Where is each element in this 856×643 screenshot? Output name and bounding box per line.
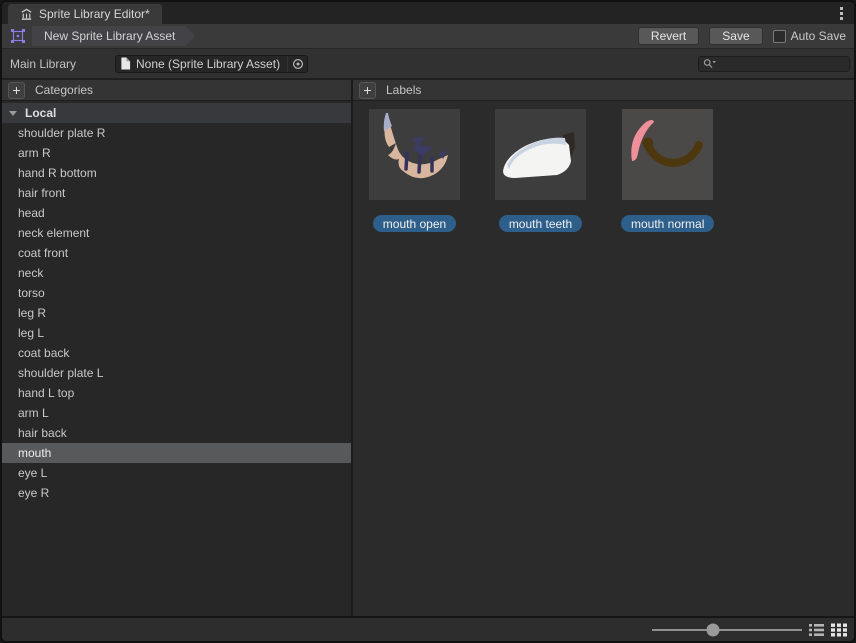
- category-label: leg R: [18, 306, 46, 320]
- save-button[interactable]: Save: [709, 27, 762, 45]
- label-card-mouth-teeth[interactable]: mouth teeth: [495, 109, 586, 232]
- auto-save-checkbox[interactable]: [773, 30, 786, 43]
- category-row[interactable]: arm R: [2, 143, 351, 163]
- label-pill[interactable]: mouth teeth: [499, 215, 582, 232]
- asset-file-icon: [120, 57, 131, 70]
- kebab-menu-icon[interactable]: [838, 5, 845, 22]
- categories-panel: Local shoulder plate R arm R hand R bott…: [2, 101, 353, 616]
- search-field[interactable]: [698, 56, 850, 72]
- object-picker-icon[interactable]: [287, 56, 307, 72]
- category-row[interactable]: leg L: [2, 323, 351, 343]
- breadcrumb-label: New Sprite Library Asset: [44, 29, 175, 43]
- category-row[interactable]: torso: [2, 283, 351, 303]
- category-list: shoulder plate R arm R hand R bottom hai…: [2, 123, 351, 503]
- category-label: shoulder plate R: [18, 126, 105, 140]
- sprite-thumbnail-mouth-teeth[interactable]: [495, 109, 586, 200]
- category-row[interactable]: eye R: [2, 483, 351, 503]
- grid-view-icon[interactable]: [830, 622, 847, 638]
- sprite-library-icon: [20, 8, 33, 21]
- sprite-library-asset-icon: [10, 28, 26, 44]
- category-row[interactable]: shoulder plate R: [2, 123, 351, 143]
- label-pill[interactable]: mouth open: [373, 215, 456, 232]
- bottom-bar: [2, 616, 854, 641]
- category-row[interactable]: neck element: [2, 223, 351, 243]
- category-row[interactable]: hand R bottom: [2, 163, 351, 183]
- labels-panel: mouth open mouth teeth mouth n: [353, 101, 854, 616]
- category-label: leg L: [18, 326, 44, 340]
- category-row[interactable]: head: [2, 203, 351, 223]
- category-label: coat front: [18, 246, 68, 260]
- sprite-thumbnail-mouth-open[interactable]: [369, 109, 460, 200]
- category-label: hand L top: [18, 386, 74, 400]
- list-view-icon[interactable]: [808, 622, 825, 638]
- label-card-mouth-open[interactable]: mouth open: [369, 109, 460, 232]
- sprite-thumbnail-mouth-normal[interactable]: [622, 109, 713, 200]
- search-input[interactable]: [719, 57, 856, 71]
- category-row[interactable]: shoulder plate L: [2, 363, 351, 383]
- zoom-slider-knob[interactable]: [707, 623, 720, 636]
- breadcrumb[interactable]: New Sprite Library Asset: [32, 26, 195, 46]
- category-label: neck element: [18, 226, 89, 240]
- category-row[interactable]: hair back: [2, 423, 351, 443]
- zoom-slider[interactable]: [652, 623, 802, 637]
- category-label: hand R bottom: [18, 166, 97, 180]
- category-row[interactable]: coat back: [2, 343, 351, 363]
- main-library-row: Main Library None (Sprite Library Asset): [2, 48, 854, 78]
- category-row[interactable]: hand L top: [2, 383, 351, 403]
- category-row[interactable]: neck: [2, 263, 351, 283]
- category-label: eye L: [18, 466, 47, 480]
- category-label: head: [18, 206, 45, 220]
- toolbar: New Sprite Library Asset Revert Save Aut…: [2, 24, 854, 48]
- category-row[interactable]: mouth: [2, 443, 351, 463]
- category-label: coat back: [18, 346, 69, 360]
- category-row[interactable]: arm L: [2, 403, 351, 423]
- local-group-label: Local: [25, 106, 56, 120]
- auto-save-label: Auto Save: [791, 29, 846, 43]
- category-row[interactable]: hair front: [2, 183, 351, 203]
- category-label: arm R: [18, 146, 51, 160]
- main-library-label: Main Library: [10, 57, 115, 71]
- object-field-value: None (Sprite Library Asset): [136, 57, 287, 71]
- tab-sprite-library-editor[interactable]: Sprite Library Editor*: [8, 4, 162, 24]
- add-label-button[interactable]: +: [359, 82, 376, 99]
- search-icon: [703, 58, 717, 69]
- category-label: neck: [18, 266, 43, 280]
- tab-title: Sprite Library Editor*: [39, 7, 150, 21]
- add-category-button[interactable]: +: [8, 82, 25, 99]
- label-card-mouth-normal[interactable]: mouth normal: [621, 109, 714, 232]
- panel-headers: + Categories + Labels: [2, 78, 854, 101]
- category-label: shoulder plate L: [18, 366, 103, 380]
- category-row[interactable]: leg R: [2, 303, 351, 323]
- category-label: hair front: [18, 186, 65, 200]
- local-group-foldout[interactable]: Local: [2, 103, 351, 123]
- category-row[interactable]: coat front: [2, 243, 351, 263]
- zoom-slider-track: [652, 629, 802, 631]
- category-label: mouth: [18, 446, 51, 460]
- labels-header: Labels: [386, 83, 421, 97]
- label-pill[interactable]: mouth normal: [621, 215, 714, 232]
- category-label: eye R: [18, 486, 49, 500]
- foldout-triangle-icon: [9, 111, 17, 116]
- category-row[interactable]: eye L: [2, 463, 351, 483]
- category-label: arm L: [18, 406, 49, 420]
- tab-bar: Sprite Library Editor*: [2, 2, 854, 24]
- category-label: torso: [18, 286, 45, 300]
- categories-header: Categories: [35, 83, 93, 97]
- main-library-object-field[interactable]: None (Sprite Library Asset): [115, 55, 308, 73]
- sprite-library-editor-window: Sprite Library Editor* New Sprite Librar…: [0, 0, 856, 643]
- category-label: hair back: [18, 426, 67, 440]
- revert-button[interactable]: Revert: [638, 27, 699, 45]
